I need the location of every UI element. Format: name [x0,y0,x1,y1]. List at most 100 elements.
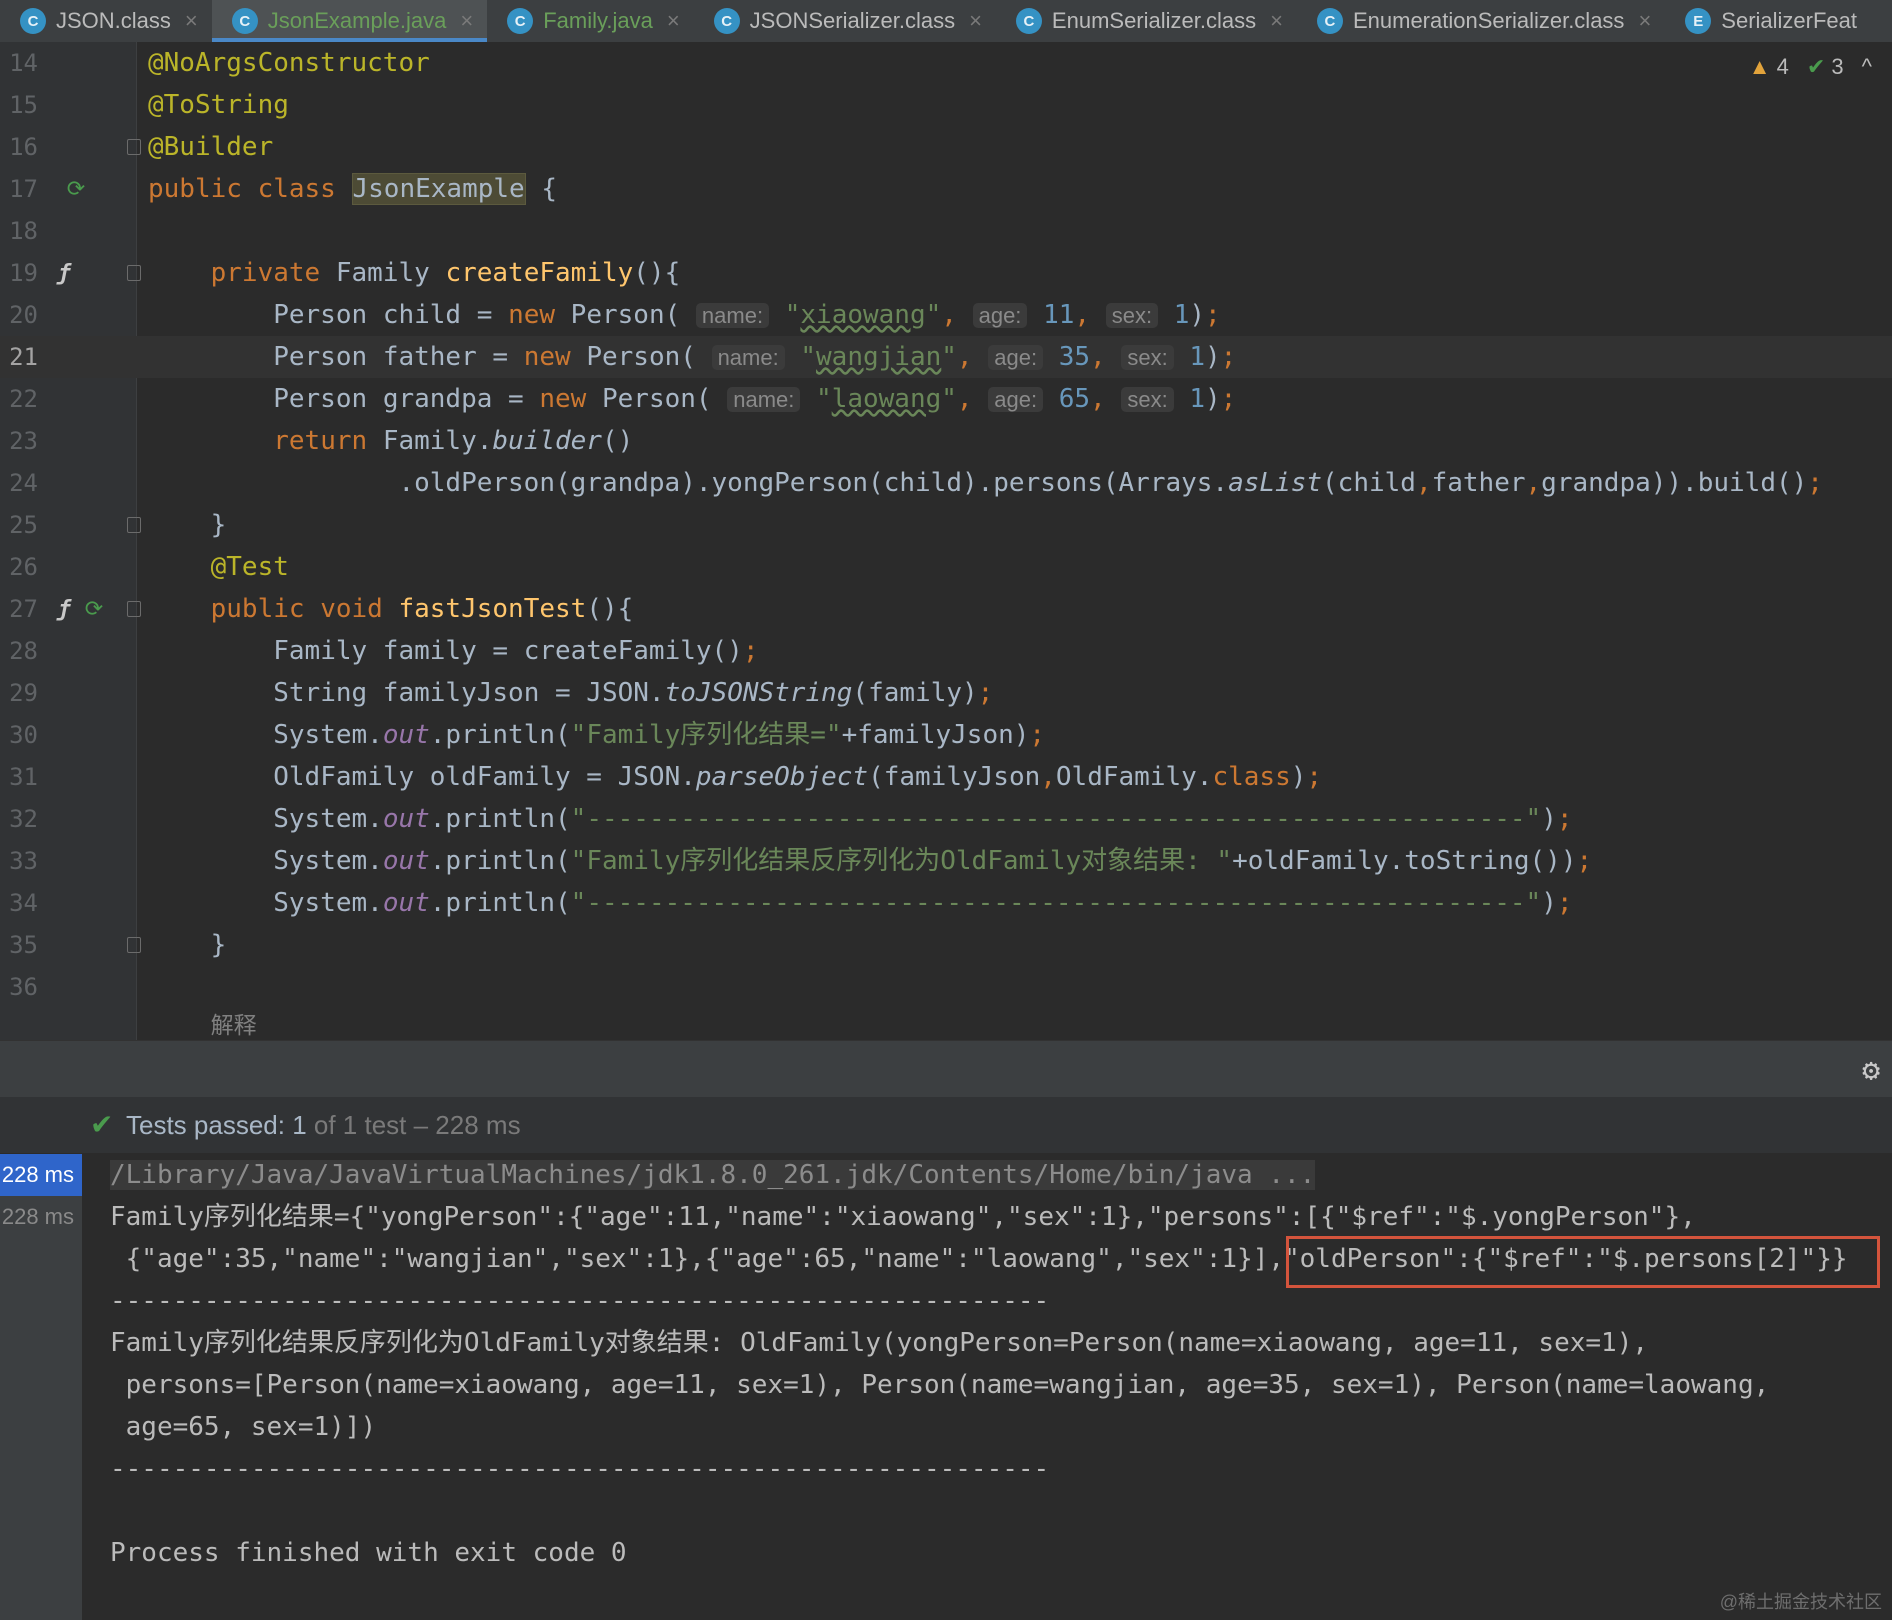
console-line: Family序列化结果={"yongPerson":{"age":11,"nam… [110,1202,1696,1232]
tab-label: Family.java [543,8,653,33]
line-number: 28 [9,637,38,665]
fold-marker-icon[interactable] [127,139,141,155]
test-time-selected[interactable]: 228 ms [0,1154,82,1196]
method-name: fastJsonTest [398,594,587,624]
watermark: @稀土掘金技术社区 [1719,1592,1882,1612]
fold-marker-icon[interactable] [127,517,141,533]
fold-marker-icon[interactable] [127,601,141,617]
code-editor[interactable]: ▲ 4 ✔ 3 ^ 14 @NoArgsConstructor 15 @ToStri… [0,42,1892,1040]
code-line: 22 Person grandpa = new Person( name: "l… [0,378,1892,420]
code-text: } [210,930,227,960]
line-number: 31 [9,763,38,791]
code-text: (familyJson [868,762,1041,792]
annotation: @Builder [148,132,274,162]
code-line: 28 Family family = createFamily(); [0,630,1892,672]
line-number: 25 [9,511,38,539]
lambda-icon[interactable]: ƒ [50,595,78,623]
code-line: 16 @Builder [0,126,1892,168]
code-text: () [601,426,634,456]
test-status-detail: of 1 test – 228 ms [306,1110,521,1140]
param-hint: sex: [1121,345,1174,370]
line-number: 15 [9,91,38,119]
static-field: out [382,720,430,750]
number-literal: 1 [1173,300,1190,330]
code-text: (){ [586,594,634,624]
string-literal: "---------------------------------------… [570,804,1542,834]
line-number: 17 [9,175,38,203]
class-name: JsonExample [351,173,526,205]
tab-enumerationserializer-class[interactable]: C EnumerationSerializer.class × [1297,0,1665,42]
variable-name: child [382,300,462,330]
console-line: /Library/Java/JavaVirtualMachines/jdk1.8… [110,1154,1316,1196]
code-line: 35 } [0,924,1892,966]
line-number: 21 [9,343,38,371]
code-line: 17 ⟳ public class JsonExample { [0,168,1892,210]
line-number: 22 [9,385,38,413]
code-line: 26 @Test [0,546,1892,588]
line-number: 29 [9,679,38,707]
tab-jsonserializer-class[interactable]: C JSONSerializer.class × [694,0,996,42]
lambda-icon[interactable]: ƒ [50,259,78,287]
string-literal: "---------------------------------------… [570,888,1542,918]
line-number: 33 [9,847,38,875]
command-line[interactable]: /Library/Java/JavaVirtualMachines/jdk1.8… [110,1160,1316,1190]
method-name: createFamily [445,258,634,288]
number-literal: 65 [1058,384,1091,414]
highlight-box [1286,1236,1880,1288]
line-number: 19 [9,259,38,287]
line-number: 20 [9,301,38,329]
class-file-icon: C [1316,8,1343,34]
fold-marker-icon[interactable] [127,265,141,281]
close-icon[interactable]: × [185,8,198,34]
run-test-icon[interactable]: ⟳ [62,175,90,203]
fold-marker-icon[interactable] [127,937,141,953]
string-literal: laowang [831,384,942,414]
close-icon[interactable]: × [460,8,473,34]
tab-label: EnumSerializer.class [1051,8,1257,33]
console-output[interactable]: 228 ms 228 ms /Library/Java/JavaVirtualM… [0,1154,1892,1620]
tab-enumserializer-class[interactable]: C EnumSerializer.class × [996,0,1297,42]
tab-label: SerializerFeat [1721,8,1858,33]
class-file-icon: C [713,8,740,34]
method-call: parseObject [695,762,869,792]
number-literal: 1 [1189,384,1206,414]
code-text: System. [273,888,383,918]
line-number: 32 [9,805,38,833]
code-text: .println( [429,846,571,876]
tab-family-java[interactable]: C Family.java × [487,0,693,42]
string-literal: "Family序列化结果反序列化为OldFamily对象结果: " [570,846,1233,876]
line-number: 36 [9,973,38,1001]
tab-json-class[interactable]: C JSON.class × [0,0,212,42]
code-line: 30 System.out.println("Family序列化结果="+fam… [0,714,1892,756]
run-test-icon[interactable]: ⟳ [80,595,108,623]
class-file-icon: C [20,8,46,34]
enum-file-icon: E [1685,8,1712,34]
line-number: 16 [9,133,38,161]
gear-icon[interactable]: ⚙ [1862,1053,1880,1088]
param-hint: age: [972,303,1028,328]
close-icon[interactable]: × [667,8,680,34]
code-text: Family family = createFamily() [273,636,743,666]
code-line: 14 @NoArgsConstructor [0,42,1892,84]
line-number: 30 [9,721,38,749]
close-icon[interactable]: × [1638,8,1651,34]
code-text: } [210,510,227,540]
code-line: 15 @ToString [0,84,1892,126]
console-line: ----------------------------------------… [110,1286,1050,1316]
keyword: public class [148,174,352,204]
close-icon[interactable]: × [1270,8,1283,34]
code-line: 23 return Family.builder() [0,420,1892,462]
test-status-bar: ✔ Tests passed: 1 of 1 test – 228 ms [0,1097,1892,1153]
tab-label: JSONSerializer.class [749,8,956,33]
method-call: toJSONString [664,678,853,708]
line-number: 35 [9,931,38,959]
tab-serializerfeature[interactable]: E SerializerFeat [1665,0,1871,42]
tab-jsonexample-java[interactable]: C JsonExample.java × [211,0,488,42]
static-field: out [382,888,430,918]
code-text: (){ [633,258,681,288]
code-text: +familyJson) [841,720,1030,750]
test-time[interactable]: 228 ms [2,1196,74,1238]
param-hint: age: [988,345,1044,370]
close-icon[interactable]: × [969,8,982,34]
console-line: persons=[Person(name=xiaowang, age=11, s… [110,1370,1770,1400]
